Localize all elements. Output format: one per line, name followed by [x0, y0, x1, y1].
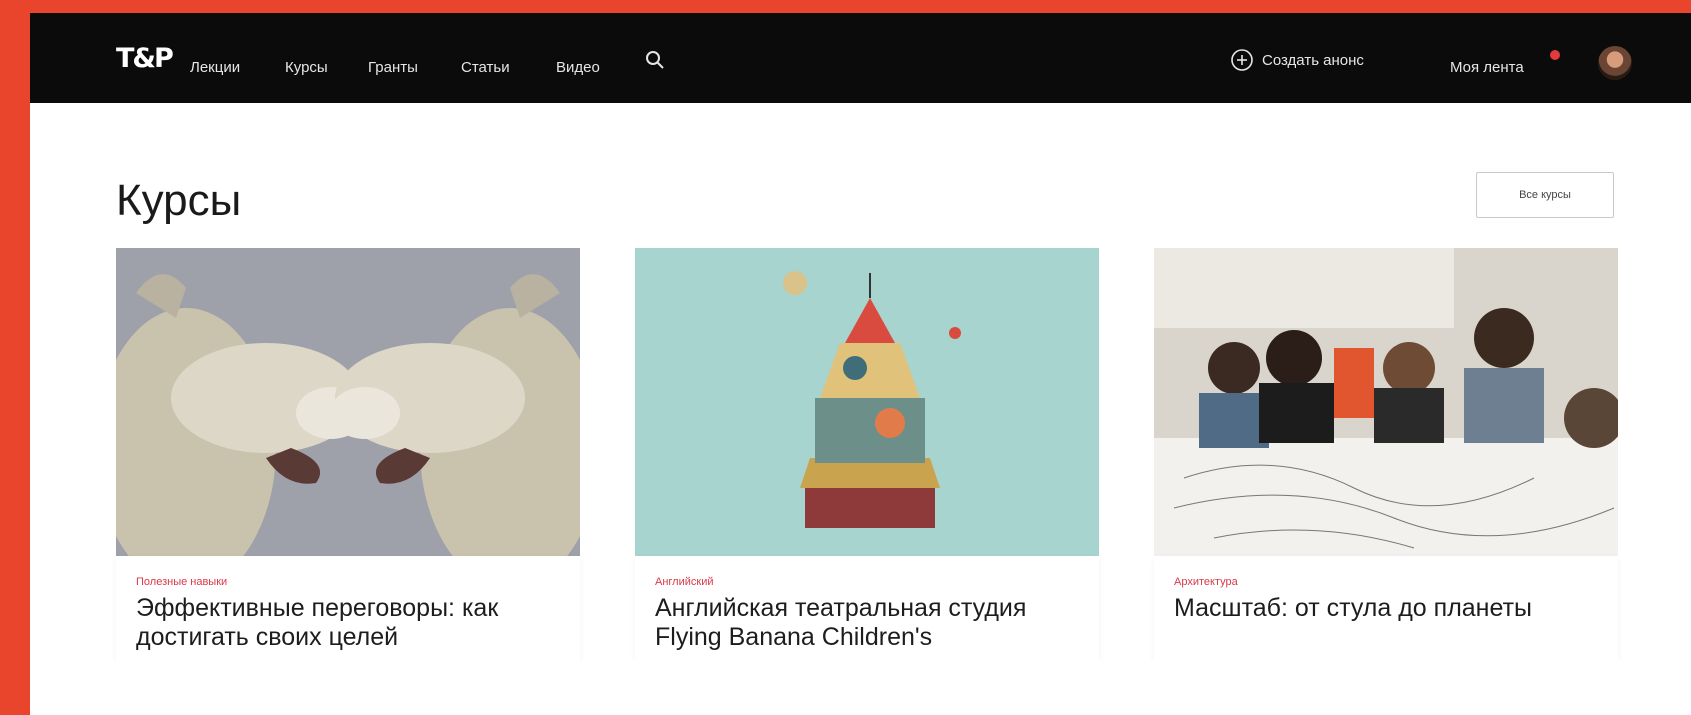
- notification-dot: [1550, 50, 1560, 60]
- course-title[interactable]: Английская театральная студия Flying Ban…: [655, 594, 1079, 652]
- nav-link-articles[interactable]: Статьи: [461, 59, 510, 76]
- course-category[interactable]: Английский: [655, 576, 1079, 588]
- course-image-kids[interactable]: [1154, 248, 1618, 556]
- course-card[interactable]: Английский Английская театральная студия…: [635, 248, 1099, 678]
- nav-link-lectures[interactable]: Лекции: [190, 59, 240, 76]
- nav-link-courses[interactable]: Курсы: [285, 59, 328, 76]
- frame-top: [0, 0, 1691, 13]
- nav-link-video[interactable]: Видео: [556, 59, 600, 76]
- course-title[interactable]: Эффективные переговоры: как достигать св…: [136, 594, 560, 652]
- course-image-illustration[interactable]: [635, 248, 1099, 556]
- frame-left: [0, 0, 30, 715]
- create-announcement-label: Создать анонс: [1262, 51, 1364, 69]
- page-title: Курсы: [116, 176, 242, 225]
- my-feed-link[interactable]: Моя лента: [1450, 59, 1524, 76]
- bottom-fade: [30, 660, 1691, 715]
- course-title[interactable]: Масштаб: от стула до планеты: [1174, 594, 1598, 623]
- course-image-goats[interactable]: [116, 248, 580, 556]
- avatar[interactable]: [1598, 46, 1632, 80]
- nav-link-grants[interactable]: Гранты: [368, 59, 418, 76]
- logo[interactable]: T&P: [116, 43, 174, 74]
- all-courses-button[interactable]: Все курсы: [1476, 172, 1614, 218]
- plus-circle-icon: [1231, 49, 1253, 71]
- top-navbar: T&P Лекции Курсы Гранты Статьи Видео Соз…: [30, 13, 1691, 103]
- course-category[interactable]: Архитектура: [1174, 576, 1598, 588]
- create-announcement-button[interactable]: Создать анонс: [1230, 47, 1364, 73]
- search-icon[interactable]: [644, 49, 666, 71]
- course-card[interactable]: Архитектура Масштаб: от стула до планеты: [1154, 248, 1618, 678]
- course-card[interactable]: Полезные навыки Эффективные переговоры: …: [116, 248, 580, 678]
- course-category[interactable]: Полезные навыки: [136, 576, 560, 588]
